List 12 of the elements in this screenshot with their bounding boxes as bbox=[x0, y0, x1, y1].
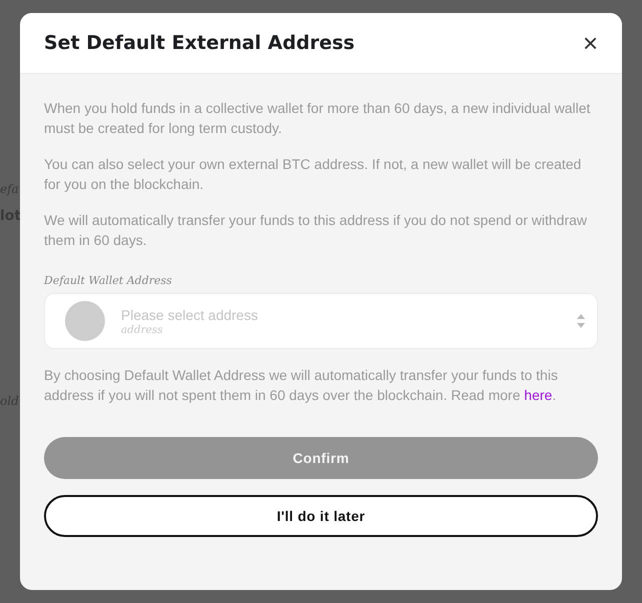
later-button[interactable]: I'll do it later bbox=[44, 495, 598, 537]
avatar-placeholder bbox=[65, 301, 105, 341]
select-placeholder: Please select address bbox=[121, 306, 259, 322]
close-button[interactable]: × bbox=[578, 30, 602, 56]
here-link[interactable]: here bbox=[524, 387, 552, 403]
sort-arrows-icon bbox=[577, 314, 585, 328]
description-text: You can also select your own external BTC address. If not, a new wallet will be created for you on the blockchain. bbox=[44, 155, 582, 194]
field-label: Default Wallet Address bbox=[44, 274, 173, 287]
description-text: When you hold funds in a collective wallet for more than 60 days, a new individual wallet must be created for long term custody. bbox=[44, 99, 592, 138]
description-text: We will automatically transfer your funds to this address if you do not spend or withdraw them in 60 days. bbox=[44, 211, 588, 250]
dialog-title: Set Default External Address bbox=[44, 32, 355, 54]
info-text: By choosing Default Wallet Address we will automatically transfer your funds to this address if you will not spent them in 60 days over the blockchain. Read more here. bbox=[44, 366, 559, 405]
